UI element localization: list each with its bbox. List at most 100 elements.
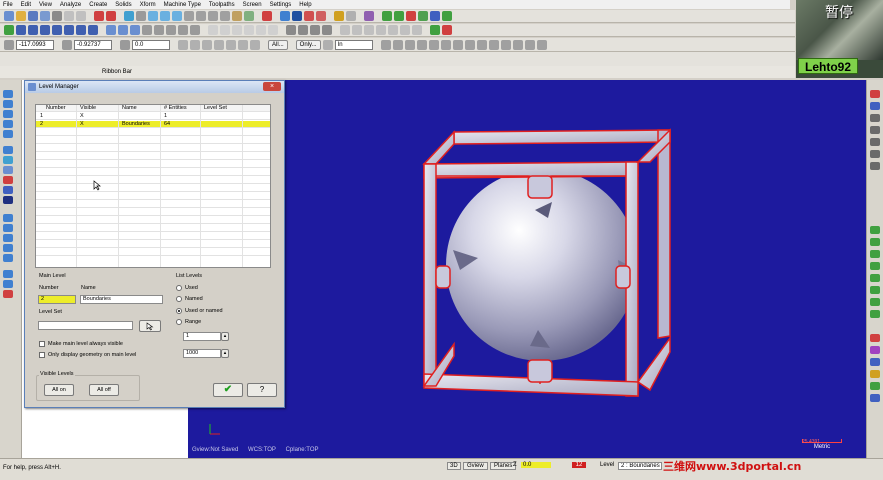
- rotate-icon[interactable]: [166, 25, 176, 35]
- tool-right-16-icon[interactable]: [870, 334, 880, 342]
- repaint-icon[interactable]: [136, 11, 146, 21]
- level-icon[interactable]: [3, 156, 13, 164]
- filter-icon[interactable]: [3, 290, 13, 298]
- tool-right-21-icon[interactable]: [870, 394, 880, 402]
- analyze-icon[interactable]: [262, 11, 272, 21]
- lightning-icon[interactable]: [334, 11, 344, 21]
- all-on-button[interactable]: All on: [44, 384, 74, 396]
- select-face-icon[interactable]: [464, 39, 475, 50]
- color-swatch[interactable]: 12: [572, 462, 586, 468]
- break-icon[interactable]: [118, 25, 128, 35]
- range-from-field[interactable]: 1: [183, 332, 221, 341]
- z-depth-field[interactable]: 0.0: [521, 462, 551, 468]
- range-to-spinner[interactable]: ▴: [221, 349, 229, 358]
- range-from-spinner[interactable]: ▴: [221, 332, 229, 341]
- rotate-view-icon[interactable]: [3, 110, 13, 118]
- multiaxis-icon[interactable]: [412, 25, 422, 35]
- tool-right-1-icon[interactable]: [870, 90, 880, 98]
- column-header-entities[interactable]: # Entities: [164, 105, 187, 112]
- open-folder-icon[interactable]: [16, 11, 26, 21]
- wcs-icon[interactable]: [3, 214, 13, 222]
- menu-screen[interactable]: Screen: [243, 2, 262, 8]
- wireframe-icon[interactable]: [232, 11, 242, 21]
- selection-mode-select[interactable]: In: [334, 39, 373, 50]
- spline-icon[interactable]: [64, 25, 74, 35]
- rectangle-icon[interactable]: [40, 25, 50, 35]
- new-file-icon[interactable]: [4, 11, 14, 21]
- level-set-field[interactable]: [38, 321, 133, 330]
- z-coordinate-field[interactable]: 0.0: [132, 39, 170, 50]
- menu-file[interactable]: File: [3, 2, 13, 8]
- relative-icon[interactable]: [226, 39, 236, 50]
- 3d-toggle[interactable]: 3D: [447, 462, 461, 470]
- tool-right-12-icon[interactable]: [870, 274, 880, 282]
- make-visible-checkbox[interactable]: [39, 341, 45, 347]
- tool-right-8-icon[interactable]: [870, 226, 880, 234]
- save-icon[interactable]: [28, 11, 38, 21]
- radio-used[interactable]: [176, 285, 182, 291]
- menu-edit[interactable]: Edit: [21, 2, 31, 8]
- view-manager-icon[interactable]: [3, 254, 13, 262]
- select-level-set-button[interactable]: [139, 320, 161, 332]
- tool-right-2-icon[interactable]: [870, 102, 880, 110]
- hide-icon[interactable]: [3, 100, 13, 108]
- tool-right-3-icon[interactable]: [870, 114, 880, 122]
- contour-icon[interactable]: [352, 25, 362, 35]
- no-entry-icon[interactable]: [316, 11, 326, 21]
- select-vertex-icon[interactable]: [512, 39, 523, 50]
- shade-icon[interactable]: [3, 90, 13, 98]
- x-coordinate-field[interactable]: -117.0993: [16, 39, 54, 50]
- select-loop-icon[interactable]: [524, 39, 535, 50]
- width-icon[interactable]: [3, 196, 13, 204]
- pan-icon[interactable]: [3, 130, 13, 138]
- drill-icon[interactable]: [340, 25, 350, 35]
- select-body-icon[interactable]: [488, 39, 499, 50]
- tool-right-5-icon[interactable]: [870, 138, 880, 146]
- surface-finish-icon[interactable]: [400, 25, 410, 35]
- circle-icon[interactable]: [28, 25, 38, 35]
- gview-button[interactable]: Gview: [463, 462, 488, 470]
- style-icon[interactable]: [3, 186, 13, 194]
- select-area-icon[interactable]: [440, 39, 451, 50]
- autocursor-icon[interactable]: [202, 39, 212, 50]
- select-back-icon[interactable]: [500, 39, 511, 50]
- net-icon[interactable]: [310, 25, 320, 35]
- verify-icon[interactable]: [418, 11, 428, 21]
- post-icon[interactable]: [442, 11, 452, 21]
- backplot-icon[interactable]: [430, 25, 440, 35]
- select-vector-icon[interactable]: [428, 39, 439, 50]
- column-header-level-set[interactable]: Level Set: [204, 105, 227, 112]
- surface-rough-icon[interactable]: [388, 25, 398, 35]
- zoom-out-icon[interactable]: [172, 11, 182, 21]
- dialog-title-bar[interactable]: Level Manager ×: [25, 81, 284, 93]
- help-button[interactable]: ?: [247, 383, 277, 397]
- line-icon[interactable]: [16, 25, 26, 35]
- iso-view-icon[interactable]: [220, 11, 230, 21]
- main-level-name-field[interactable]: Boundaries: [80, 295, 163, 304]
- y-coordinate-field[interactable]: -0.92737: [74, 39, 112, 50]
- patch-icon[interactable]: [322, 25, 332, 35]
- pen-icon[interactable]: [364, 11, 374, 21]
- cut-icon[interactable]: [64, 11, 74, 21]
- tool-right-13-icon[interactable]: [870, 286, 880, 294]
- sphere-icon[interactable]: [280, 11, 290, 21]
- zoom-window-icon[interactable]: [148, 11, 158, 21]
- tool-right-18-icon[interactable]: [870, 358, 880, 366]
- table-row-selected[interactable]: 2 X Boundaries 64: [36, 121, 270, 128]
- tool-right-15-icon[interactable]: [870, 310, 880, 318]
- menu-help[interactable]: Help: [299, 2, 311, 8]
- scale-icon[interactable]: [178, 25, 188, 35]
- menu-settings[interactable]: Settings: [270, 2, 292, 8]
- chamfer-icon[interactable]: [88, 25, 98, 35]
- undo-icon[interactable]: [94, 11, 104, 21]
- path-icon[interactable]: [394, 11, 404, 21]
- face-icon[interactable]: [376, 25, 386, 35]
- color-icon[interactable]: [3, 176, 13, 184]
- close-button[interactable]: ×: [263, 82, 281, 91]
- tool-right-9-icon[interactable]: [870, 238, 880, 246]
- shell-icon[interactable]: [268, 25, 278, 35]
- menu-machine-type[interactable]: Machine Type: [164, 2, 201, 8]
- radio-range[interactable]: [176, 319, 182, 325]
- radio-named[interactable]: [176, 296, 182, 302]
- grid-icon[interactable]: [190, 39, 200, 50]
